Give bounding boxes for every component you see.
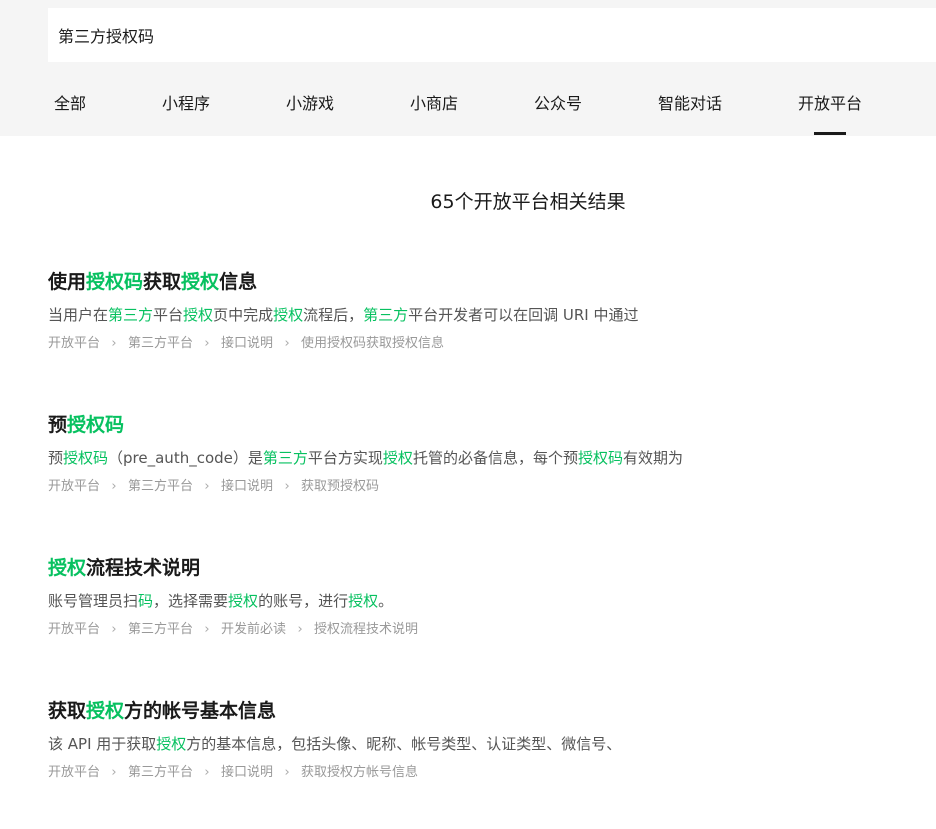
- text-segment: 信息: [219, 271, 258, 293]
- breadcrumb-item[interactable]: 开发前必读: [221, 621, 286, 639]
- highlighted-keyword: 授权: [181, 271, 220, 293]
- highlighted-keyword: 授权: [156, 735, 187, 753]
- result-title[interactable]: 预授权码: [48, 412, 928, 438]
- text-segment: 当用户在: [48, 306, 109, 324]
- breadcrumb-item[interactable]: 第三方平台: [128, 621, 193, 639]
- highlighted-keyword: 授权码: [67, 414, 125, 436]
- text-segment: （pre_auth_code）是: [108, 449, 263, 467]
- highlighted-keyword: 第三方: [108, 306, 154, 324]
- breadcrumb-item[interactable]: 获取预授权码: [301, 478, 379, 496]
- tab-mini-program[interactable]: 小程序: [162, 93, 210, 115]
- chevron-right-icon: ›: [204, 336, 210, 351]
- search-result: 获取授权方的帐号基本信息 该 API 用于获取授权方的基本信息，包括头像、昵称、…: [48, 698, 928, 782]
- text-segment: 流程后，: [303, 306, 364, 324]
- text-segment: 平台方实现: [307, 449, 383, 467]
- breadcrumb-item[interactable]: 第三方平台: [128, 764, 193, 782]
- result-snippet: 账号管理员扫码，选择需要授权的账号，进行授权。: [48, 591, 928, 611]
- breadcrumb-item[interactable]: 第三方平台: [128, 335, 193, 353]
- text-segment: 预: [48, 414, 68, 436]
- breadcrumb-item[interactable]: 开放平台: [48, 478, 100, 496]
- chevron-right-icon: ›: [284, 765, 290, 780]
- text-segment: 托管的必备信息，每个预: [412, 449, 578, 467]
- result-title[interactable]: 使用授权码获取授权信息: [48, 269, 928, 295]
- tab-mini-game[interactable]: 小游戏: [286, 93, 334, 115]
- breadcrumb-item[interactable]: 授权流程技术说明: [314, 621, 418, 639]
- text-segment: 使用: [48, 271, 87, 293]
- search-result: 授权流程技术说明 账号管理员扫码，选择需要授权的账号，进行授权。 开放平台 › …: [48, 555, 928, 639]
- highlighted-keyword: 授权码: [86, 271, 144, 293]
- text-segment: 。: [378, 592, 394, 610]
- chevron-right-icon: ›: [111, 622, 117, 637]
- chevron-right-icon: ›: [204, 765, 210, 780]
- result-snippet: 当用户在第三方平台授权页中完成授权流程后，第三方平台开发者可以在回调 URI 中…: [48, 305, 928, 325]
- text-segment: 预: [48, 449, 64, 467]
- breadcrumb-item[interactable]: 接口说明: [221, 478, 273, 496]
- highlighted-keyword: 授权: [348, 592, 379, 610]
- text-segment: 获取: [48, 700, 87, 722]
- breadcrumb: 开放平台 › 第三方平台 › 接口说明 › 获取授权方帐号信息: [48, 764, 928, 782]
- result-snippet: 预授权码（pre_auth_code）是第三方平台方实现授权托管的必备信息，每个…: [48, 448, 928, 468]
- search-result: 预授权码 预授权码（pre_auth_code）是第三方平台方实现授权托管的必备…: [48, 412, 928, 496]
- text-segment: 页中完成: [213, 306, 274, 324]
- tab-official-account[interactable]: 公众号: [534, 93, 582, 115]
- highlighted-keyword: 授权: [48, 557, 87, 579]
- chevron-right-icon: ›: [111, 336, 117, 351]
- result-count: 65个开放平台相关结果: [430, 191, 626, 213]
- highlighted-keyword: 码: [138, 592, 154, 610]
- text-segment: 流程技术说明: [86, 557, 201, 579]
- active-tab-indicator: [814, 132, 846, 135]
- text-segment: 获取: [143, 271, 182, 293]
- tab-mini-shop[interactable]: 小商店: [410, 93, 458, 115]
- breadcrumb-item[interactable]: 接口说明: [221, 764, 273, 782]
- chevron-right-icon: ›: [284, 336, 290, 351]
- highlighted-keyword: 授权码: [577, 449, 623, 467]
- chevron-right-icon: ›: [111, 479, 117, 494]
- breadcrumb-item[interactable]: 获取授权方帐号信息: [301, 764, 418, 782]
- highlighted-keyword: 授权: [86, 700, 125, 722]
- text-segment: 方的帐号基本信息: [124, 700, 277, 722]
- breadcrumb-item[interactable]: 第三方平台: [128, 478, 193, 496]
- highlighted-keyword: 第三方: [363, 306, 409, 324]
- text-segment: 账号管理员扫: [48, 592, 139, 610]
- breadcrumb-item[interactable]: 开放平台: [48, 764, 100, 782]
- chevron-right-icon: ›: [284, 479, 290, 494]
- highlighted-keyword: 授权: [183, 306, 214, 324]
- breadcrumb: 开放平台 › 第三方平台 › 接口说明 › 获取预授权码: [48, 478, 928, 496]
- chevron-right-icon: ›: [204, 479, 210, 494]
- result-snippet: 该 API 用于获取授权方的基本信息，包括头像、昵称、帐号类型、认证类型、微信号…: [48, 734, 928, 754]
- result-title[interactable]: 授权流程技术说明: [48, 555, 928, 581]
- tab-smart-dialog[interactable]: 智能对话: [658, 93, 722, 115]
- breadcrumb: 开放平台 › 第三方平台 › 开发前必读 › 授权流程技术说明: [48, 621, 928, 639]
- highlighted-keyword: 第三方: [262, 449, 308, 467]
- search-box[interactable]: [48, 8, 936, 62]
- breadcrumb-item[interactable]: 开放平台: [48, 621, 100, 639]
- breadcrumb-item[interactable]: 接口说明: [221, 335, 273, 353]
- text-segment: 方的基本信息，包括头像、昵称、帐号类型、认证类型、微信号、: [186, 735, 622, 753]
- chevron-right-icon: ›: [111, 765, 117, 780]
- tab-all[interactable]: 全部: [54, 93, 86, 115]
- search-result: 使用授权码获取授权信息 当用户在第三方平台授权页中完成授权流程后，第三方平台开发…: [48, 269, 928, 353]
- highlighted-keyword: 授权: [273, 306, 304, 324]
- text-segment: ，选择需要: [153, 592, 229, 610]
- text-segment: 的账号，进行: [258, 592, 349, 610]
- chevron-right-icon: ›: [297, 622, 303, 637]
- text-segment: 平台开发者可以在回调 URI 中通过: [408, 306, 639, 324]
- highlighted-keyword: 授权码: [63, 449, 109, 467]
- highlighted-keyword: 授权: [228, 592, 259, 610]
- breadcrumb-item[interactable]: 使用授权码获取授权信息: [301, 335, 444, 353]
- chevron-right-icon: ›: [204, 622, 210, 637]
- tab-open-platform[interactable]: 开放平台: [798, 93, 862, 115]
- text-segment: 平台: [153, 306, 184, 324]
- result-title[interactable]: 获取授权方的帐号基本信息: [48, 698, 928, 724]
- highlighted-keyword: 授权: [382, 449, 413, 467]
- text-segment: 该 API 用于获取: [48, 735, 157, 753]
- search-input[interactable]: [58, 25, 936, 45]
- breadcrumb: 开放平台 › 第三方平台 › 接口说明 › 使用授权码获取授权信息: [48, 335, 928, 353]
- text-segment: 有效期为: [622, 449, 683, 467]
- breadcrumb-item[interactable]: 开放平台: [48, 335, 100, 353]
